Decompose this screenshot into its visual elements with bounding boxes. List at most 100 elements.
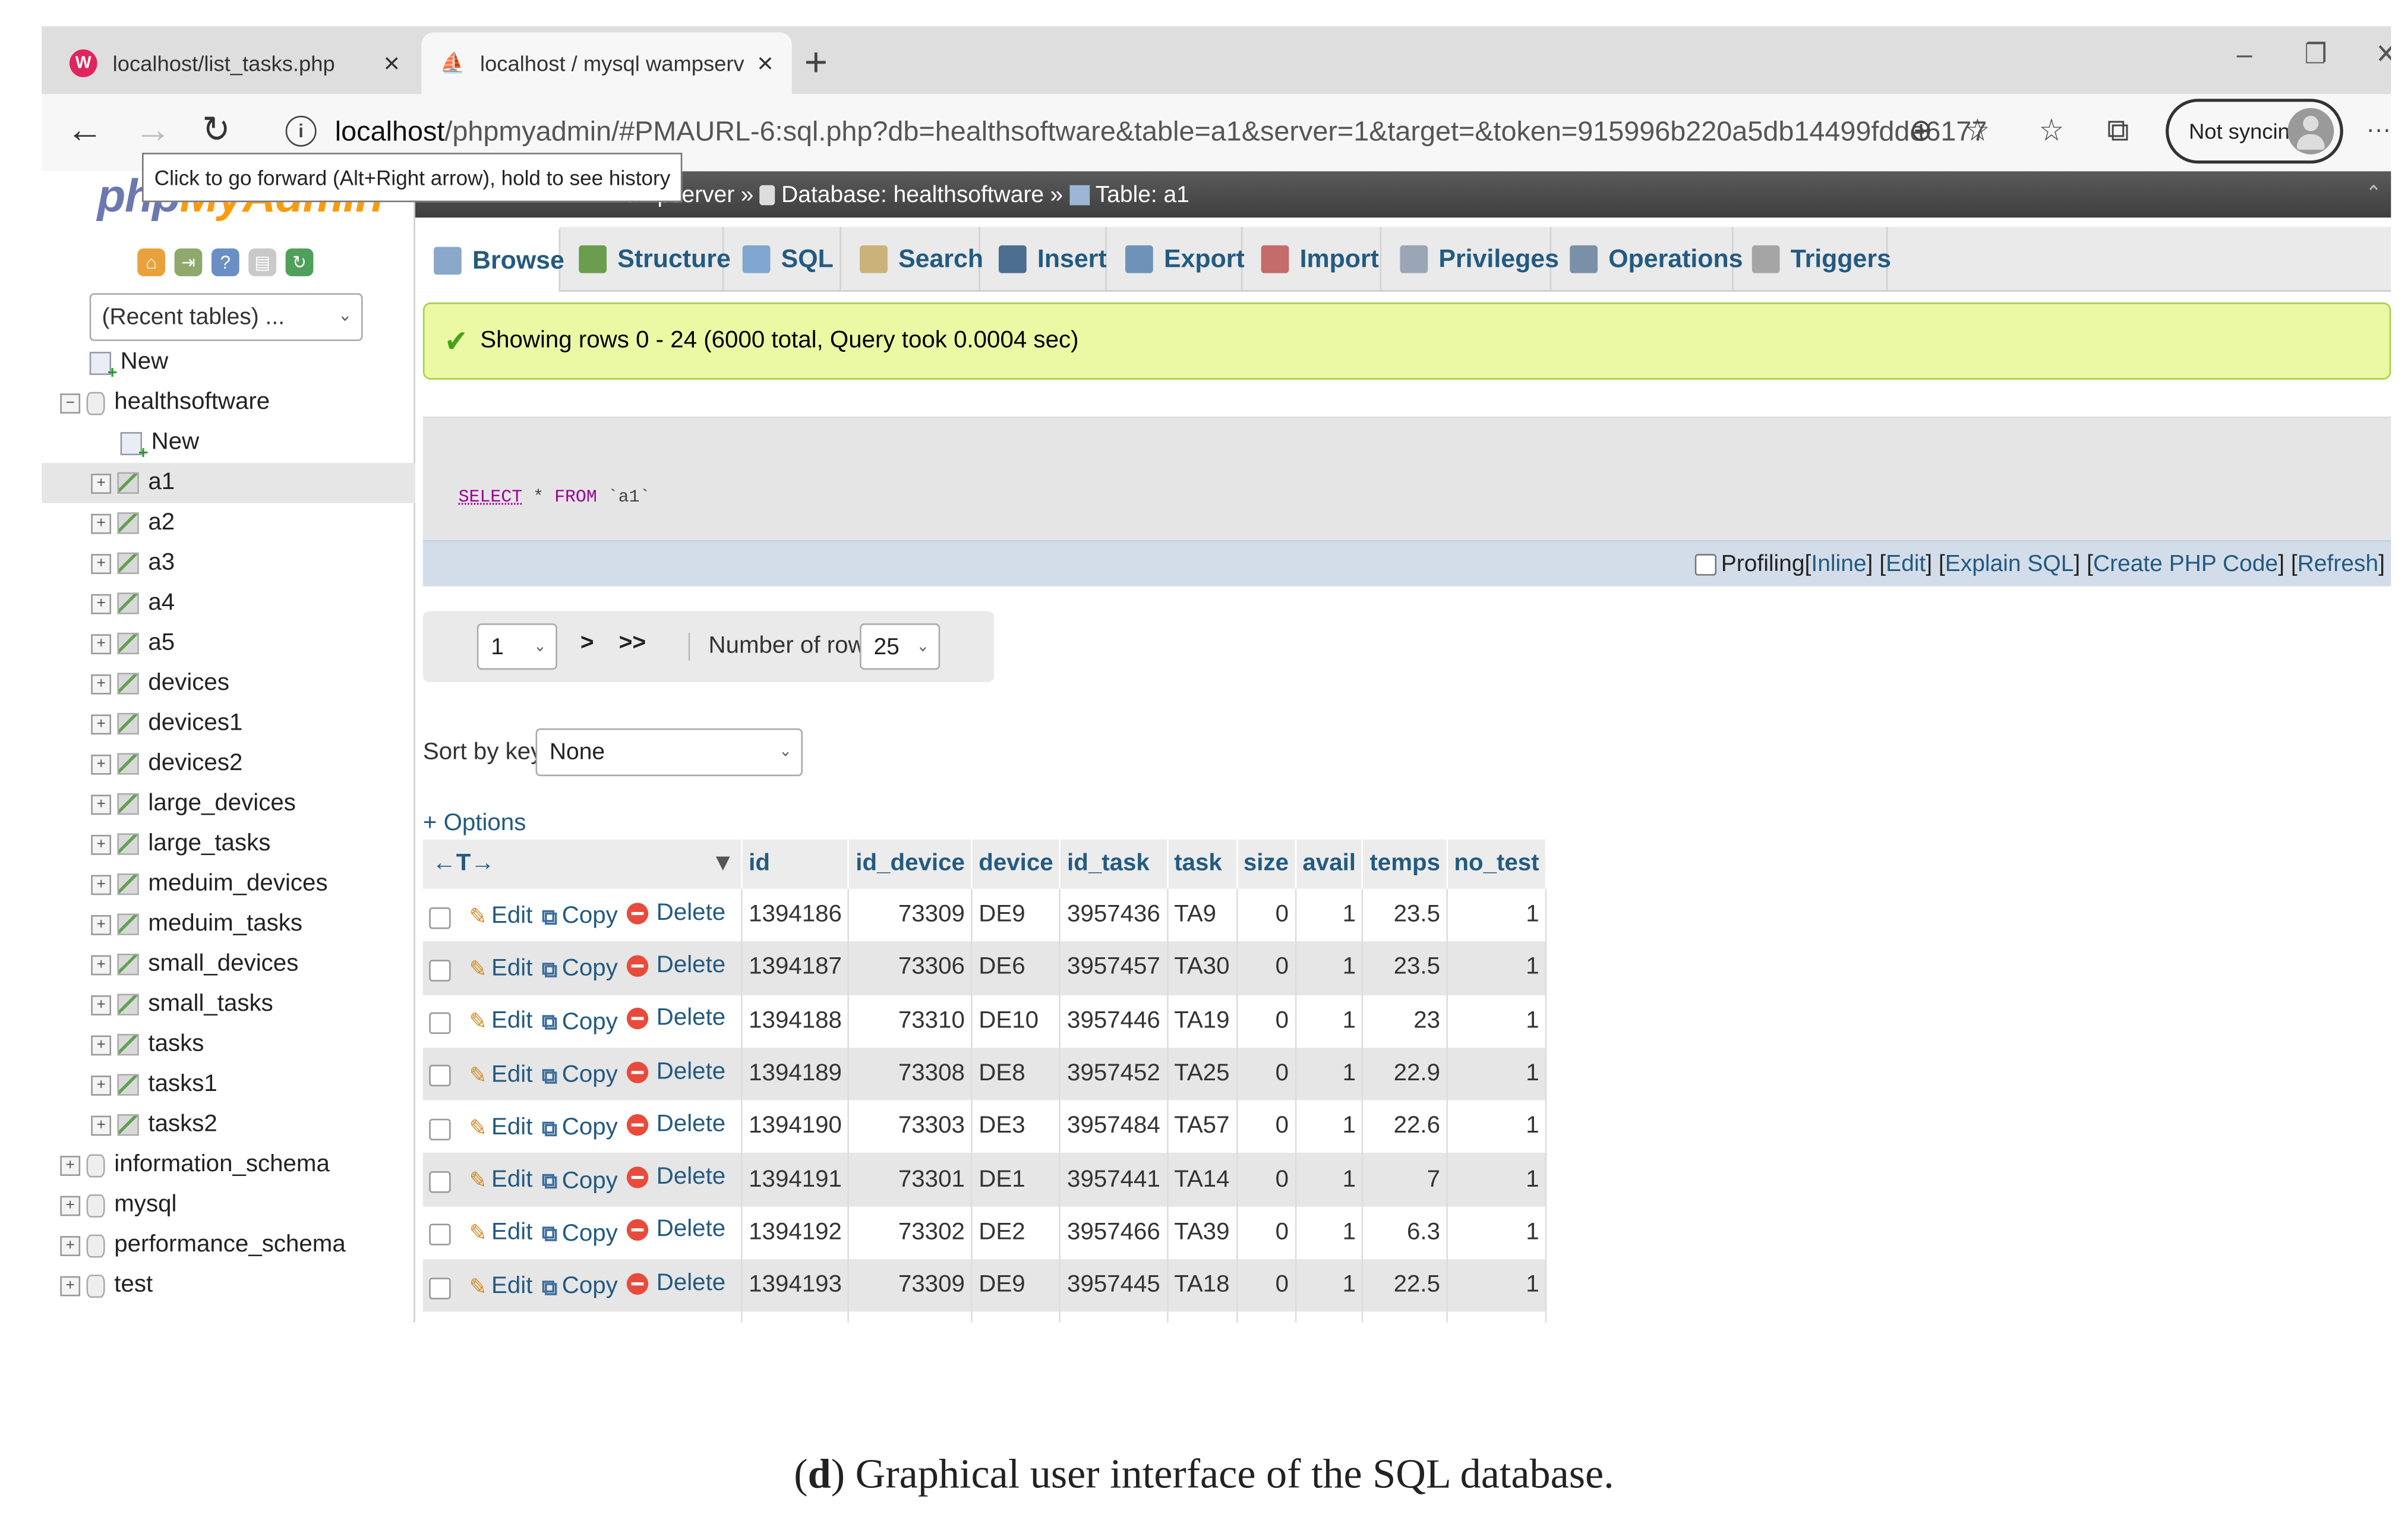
expand-table-icon[interactable]: + bbox=[91, 874, 112, 894]
tree-item-meduim-tasks[interactable]: + meduim_tasks bbox=[42, 904, 415, 945]
tab-triggers[interactable]: Triggers bbox=[1734, 226, 1891, 292]
copy-button[interactable]: ⧉ Copy bbox=[542, 1009, 618, 1037]
edit-button[interactable]: ✎ Edit bbox=[469, 1061, 533, 1089]
expand-table-icon[interactable]: + bbox=[91, 633, 112, 654]
logout-icon[interactable]: ⇥ bbox=[174, 248, 203, 276]
expand-table-icon[interactable]: + bbox=[91, 834, 112, 854]
sql-link-create-php-code[interactable]: Create PHP Code bbox=[2093, 551, 2278, 577]
row-checkbox[interactable] bbox=[429, 1065, 451, 1087]
profiling-checkbox[interactable] bbox=[1694, 553, 1716, 575]
copy-button[interactable]: ⧉ Copy bbox=[542, 1273, 618, 1301]
expand-db-icon[interactable]: − bbox=[60, 392, 81, 413]
edit-button[interactable]: ✎ Edit bbox=[469, 1220, 533, 1248]
tab-export[interactable]: Export bbox=[1107, 226, 1245, 292]
options-link[interactable]: + Options bbox=[423, 810, 526, 838]
tree-item-a4[interactable]: + a4 bbox=[42, 584, 415, 624]
tab-close-icon[interactable]: × bbox=[757, 47, 773, 80]
favorites-icon[interactable]: ☆ bbox=[2039, 113, 2064, 150]
delete-button[interactable]: Delete bbox=[627, 1005, 725, 1033]
tree-item-large-tasks[interactable]: + large_tasks bbox=[42, 824, 415, 865]
tree-item-mysql[interactable]: + mysql bbox=[42, 1185, 415, 1225]
copy-button[interactable]: ⧉ Copy bbox=[542, 1062, 618, 1090]
expand-table-icon[interactable]: + bbox=[91, 1074, 112, 1095]
tab-operations[interactable]: Operations bbox=[1551, 226, 1743, 292]
tree-item-tasks[interactable]: + tasks bbox=[42, 1024, 415, 1065]
edit-button[interactable]: ✎ Edit bbox=[469, 1114, 533, 1142]
tab-import[interactable]: Import bbox=[1242, 226, 1382, 292]
tree-item-a3[interactable]: + a3 bbox=[42, 543, 415, 584]
expand-table-icon[interactable]: + bbox=[91, 553, 112, 573]
zoom-icon[interactable]: ⊕ bbox=[1910, 113, 1933, 150]
back-arrow-icon[interactable]: ← bbox=[67, 109, 103, 153]
row-checkbox[interactable] bbox=[429, 906, 451, 929]
rows-per-page-select[interactable]: 25 ⌄ bbox=[860, 623, 941, 670]
expand-table-icon[interactable]: + bbox=[91, 714, 112, 734]
column-header-id-task[interactable]: id_task bbox=[1060, 839, 1168, 889]
expand-table-icon[interactable]: + bbox=[91, 994, 112, 1015]
tree-item-a5[interactable]: + a5 bbox=[42, 623, 415, 664]
more-icon[interactable]: ··· bbox=[2366, 113, 2391, 150]
column-arrows-icon[interactable]: ←T→ bbox=[432, 850, 494, 876]
row-checkbox[interactable] bbox=[429, 1277, 451, 1299]
add-favorite-icon[interactable]: ☆ bbox=[1965, 113, 1990, 150]
tab-insert[interactable]: Insert bbox=[980, 226, 1107, 292]
next-page-button[interactable]: > bbox=[580, 630, 594, 656]
row-checkbox[interactable] bbox=[429, 1118, 451, 1140]
tab-search[interactable]: Search bbox=[841, 226, 983, 292]
delete-button[interactable]: Delete bbox=[627, 1216, 725, 1244]
expand-table-icon[interactable]: + bbox=[91, 753, 112, 774]
sql-link-refresh[interactable]: Refresh bbox=[2297, 551, 2378, 577]
tree-item-a1[interactable]: + a1 bbox=[42, 463, 415, 503]
delete-button[interactable]: Delete bbox=[627, 1270, 725, 1298]
edit-button[interactable]: ✎ Edit bbox=[469, 955, 533, 983]
url-text[interactable]: localhost/phpmyadmin/#PMAURL-6:sql.php?d… bbox=[335, 115, 1987, 147]
expand-table-icon[interactable]: + bbox=[91, 513, 112, 534]
sort-key-select[interactable]: None ⌄ bbox=[535, 728, 803, 777]
copy-button[interactable]: ⧉ Copy bbox=[542, 956, 618, 984]
reload-nav-icon[interactable]: ↻ bbox=[285, 248, 314, 276]
new-tab-icon[interactable]: + bbox=[804, 39, 828, 87]
copy-button[interactable]: ⧉ Copy bbox=[542, 1221, 618, 1248]
column-header-id-device[interactable]: id_device bbox=[848, 839, 973, 889]
info-icon[interactable]: i bbox=[285, 115, 317, 147]
restore-icon[interactable]: ❐ bbox=[2305, 39, 2327, 71]
column-header-id[interactable]: id bbox=[741, 839, 850, 889]
row-checkbox[interactable] bbox=[429, 959, 451, 982]
delete-button[interactable]: Delete bbox=[627, 1163, 725, 1191]
column-header-temps[interactable]: temps bbox=[1362, 839, 1448, 889]
column-header-device[interactable]: device bbox=[971, 839, 1061, 889]
tab-structure[interactable]: Structure bbox=[560, 226, 731, 292]
tree-item-New[interactable]: New bbox=[42, 343, 415, 383]
profile-sync-button[interactable]: Not syncing bbox=[2166, 99, 2343, 164]
close-window-icon[interactable]: ✕ bbox=[2375, 39, 2391, 71]
tree-item-large-devices[interactable]: + large_devices bbox=[42, 784, 415, 824]
column-arrows[interactable]: ←T→ ▼ bbox=[422, 839, 743, 889]
docs-icon[interactable]: ▤ bbox=[248, 248, 277, 276]
sql-link-explain-sql[interactable]: Explain SQL bbox=[1945, 551, 2074, 577]
row-checkbox[interactable] bbox=[429, 1012, 451, 1035]
forward-arrow-icon[interactable]: → bbox=[134, 109, 171, 153]
expand-table-icon[interactable]: + bbox=[91, 1115, 112, 1136]
expand-table-icon[interactable]: + bbox=[91, 794, 112, 814]
expand-table-icon[interactable]: + bbox=[91, 914, 112, 935]
sql-select-keyword[interactable]: SELECT bbox=[459, 488, 523, 508]
expand-table-icon[interactable]: + bbox=[91, 593, 112, 614]
tab-browse[interactable]: Browse bbox=[415, 226, 564, 292]
expand-table-icon[interactable]: + bbox=[91, 954, 112, 975]
tree-item-a2[interactable]: + a2 bbox=[42, 503, 415, 544]
sql-link-edit[interactable]: Edit bbox=[1886, 551, 1926, 577]
expand-table-icon[interactable]: + bbox=[91, 1035, 112, 1055]
copy-button[interactable]: ⧉ Copy bbox=[542, 903, 618, 931]
page-select[interactable]: 1 ⌄ bbox=[476, 623, 557, 670]
row-checkbox[interactable] bbox=[429, 1171, 451, 1193]
edit-button[interactable]: ✎ Edit bbox=[469, 902, 533, 930]
tree-item-small-devices[interactable]: + small_devices bbox=[42, 944, 415, 985]
tree-item-tasks2[interactable]: + tasks2 bbox=[42, 1105, 415, 1145]
edit-button[interactable]: ✎ Edit bbox=[469, 1273, 533, 1301]
breadcrumb-database[interactable]: Database: healthsoftware bbox=[781, 181, 1044, 207]
expand-db-icon[interactable]: + bbox=[60, 1275, 81, 1296]
tree-item-devices2[interactable]: + devices2 bbox=[42, 744, 415, 784]
expand-db-icon[interactable]: + bbox=[60, 1155, 81, 1175]
tab-sql[interactable]: SQL bbox=[724, 226, 841, 292]
tab-phpmyadmin[interactable]: ⛵ localhost / mysql wampserver / l × bbox=[421, 32, 792, 94]
